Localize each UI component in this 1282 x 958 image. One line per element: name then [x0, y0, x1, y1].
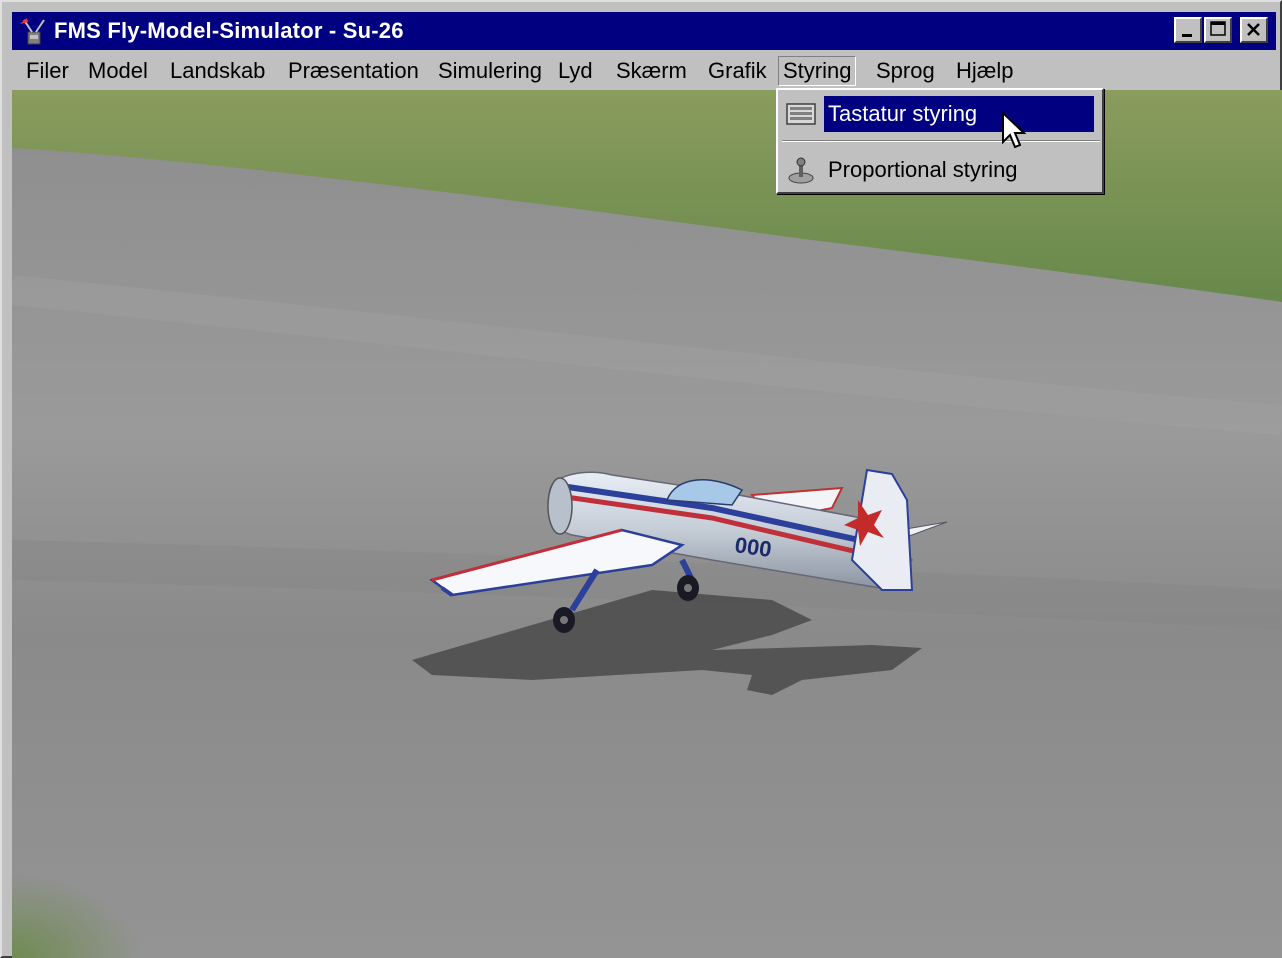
menu-sprog[interactable]: Sprog: [872, 56, 939, 86]
menu-landskab[interactable]: Landskab: [166, 56, 269, 86]
menu-simulering[interactable]: Simulering: [434, 56, 546, 86]
menu-item-proportional-styring[interactable]: Proportional styring: [782, 150, 1100, 190]
mouse-cursor-icon: [1002, 112, 1027, 149]
menu-item-tastatur-styring[interactable]: Tastatur styring: [782, 94, 1100, 134]
app-window: FMS Fly-Model-Simulator - Su-26 Filer Mo…: [0, 0, 1282, 958]
window-title: FMS Fly-Model-Simulator - Su-26: [54, 18, 404, 43]
menu-hjaelp[interactable]: Hjælp: [952, 56, 1017, 86]
simulator-3d-view[interactable]: 000: [12, 90, 1282, 958]
menu-grafik[interactable]: Grafik: [704, 56, 771, 86]
title-bar[interactable]: FMS Fly-Model-Simulator - Su-26: [12, 12, 1276, 50]
aircraft-marking: 000: [733, 532, 773, 562]
maximize-icon: [1210, 21, 1226, 36]
close-icon: [1247, 23, 1260, 36]
close-button[interactable]: [1240, 17, 1268, 43]
app-icon[interactable]: [18, 16, 48, 46]
menu-filer[interactable]: Filer: [22, 56, 73, 86]
menu-separator: [782, 140, 1100, 142]
styring-dropdown-menu: Tastatur styring Proportional styring: [776, 88, 1104, 194]
menu-lyd[interactable]: Lyd: [554, 56, 597, 86]
keyboard-icon: [786, 103, 816, 125]
minimize-button[interactable]: [1174, 17, 1202, 43]
scene-render: 000: [12, 90, 1282, 958]
maximize-button[interactable]: [1204, 17, 1232, 43]
minimize-icon: [1182, 34, 1192, 37]
joystick-icon: [788, 157, 814, 184]
menu-item-label: Tastatur styring: [824, 96, 1094, 132]
menu-skaerm[interactable]: Skærm: [612, 56, 691, 86]
menu-bar: Filer Model Landskab Præsentation Simule…: [12, 50, 1276, 90]
menu-item-label: Proportional styring: [828, 157, 1018, 182]
menu-styring[interactable]: Styring: [778, 56, 857, 86]
menu-model[interactable]: Model: [84, 56, 152, 86]
menu-praesentation[interactable]: Præsentation: [284, 56, 423, 86]
